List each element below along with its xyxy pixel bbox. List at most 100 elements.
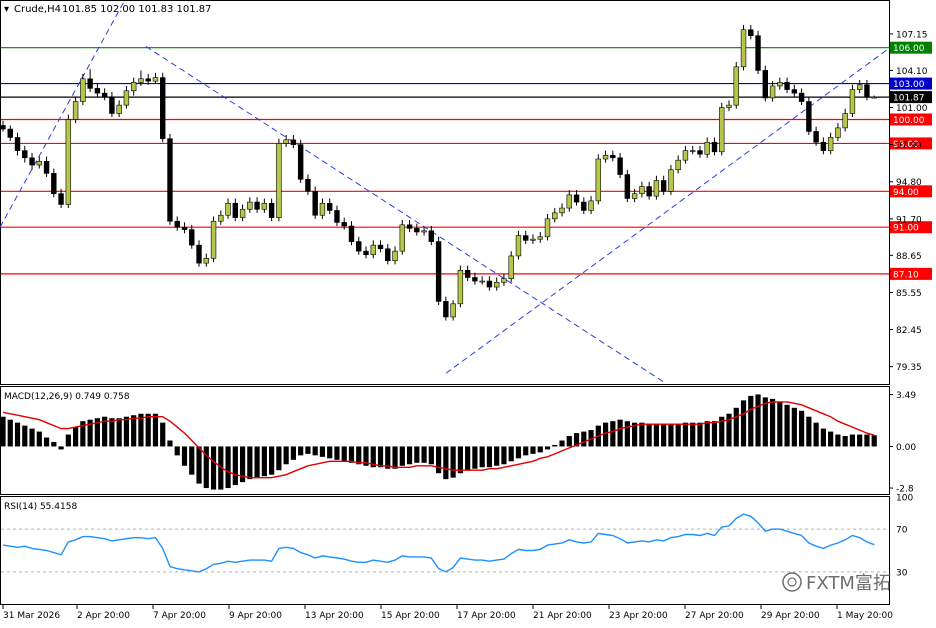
candle-body-6[interactable] <box>43 161 50 174</box>
candle-body-3[interactable] <box>22 150 28 159</box>
candle-body-1[interactable] <box>7 128 13 138</box>
menu-arrow-icon[interactable]: ▾ <box>4 4 9 15</box>
candle-body-43[interactable] <box>312 191 318 216</box>
candle-body-81[interactable] <box>588 200 594 211</box>
candle-body-105[interactable] <box>762 70 769 99</box>
candle-body-49[interactable] <box>356 241 362 252</box>
candle-body-33[interactable] <box>239 208 246 218</box>
candle-body-37[interactable] <box>268 202 275 218</box>
candle-body-60[interactable] <box>435 241 442 302</box>
candle-body-39[interactable] <box>283 139 289 144</box>
candle-body-90[interactable] <box>653 180 660 197</box>
candle-body-92[interactable] <box>668 169 674 192</box>
candle-body-58[interactable] <box>421 230 427 233</box>
candle-body-106[interactable] <box>769 85 776 99</box>
candle-body-41[interactable] <box>297 144 304 180</box>
candle-body-93[interactable] <box>675 159 681 171</box>
candle-body-80[interactable] <box>581 201 587 211</box>
candle-body-62[interactable] <box>450 303 456 318</box>
candle-body-112[interactable] <box>813 131 819 143</box>
candle-body-48[interactable] <box>348 225 355 242</box>
candle-body-5[interactable] <box>36 161 43 166</box>
candle-body-113[interactable] <box>820 141 827 151</box>
candle-body-109[interactable] <box>791 89 798 94</box>
candle-body-17[interactable] <box>123 90 130 106</box>
candle-body-35[interactable] <box>254 201 260 210</box>
candle-body-31[interactable] <box>225 202 231 216</box>
candle-body-14[interactable] <box>101 92 108 98</box>
candle-body-21[interactable] <box>152 77 159 82</box>
candle-body-76[interactable] <box>552 212 558 220</box>
candle-body-77[interactable] <box>559 207 565 214</box>
candle-body-74[interactable] <box>537 236 543 240</box>
candle-body-42[interactable] <box>305 179 311 192</box>
candle-body-107[interactable] <box>777 82 783 87</box>
candle-body-32[interactable] <box>232 202 239 218</box>
candle-body-2[interactable] <box>14 137 21 151</box>
candle-body-108[interactable] <box>784 82 790 90</box>
candle-body-23[interactable] <box>167 138 173 222</box>
candle-body-63[interactable] <box>457 269 464 305</box>
candle-body-22[interactable] <box>160 77 166 139</box>
candle-body-116[interactable] <box>842 113 848 129</box>
candle-body-0[interactable] <box>0 125 6 130</box>
candle-body-88[interactable] <box>639 186 645 194</box>
candle-body-85[interactable] <box>617 157 623 175</box>
candle-body-64[interactable] <box>464 269 471 278</box>
candle-body-7[interactable] <box>51 173 57 194</box>
candle-body-46[interactable] <box>334 210 340 223</box>
candle-body-91[interactable] <box>660 180 667 192</box>
candle-body-59[interactable] <box>428 230 435 242</box>
candle-body-110[interactable] <box>798 92 805 102</box>
candle-body-4[interactable] <box>29 157 35 166</box>
candle-body-61[interactable] <box>443 301 449 318</box>
candle-body-99[interactable] <box>719 107 725 153</box>
candle-body-65[interactable] <box>472 277 478 282</box>
candle-body-25[interactable] <box>181 226 188 230</box>
candle-body-102[interactable] <box>740 29 747 68</box>
candle-body-84[interactable] <box>610 155 616 159</box>
candle-body-111[interactable] <box>806 101 812 132</box>
candle-body-36[interactable] <box>261 202 268 210</box>
candle-body-104[interactable] <box>755 35 761 71</box>
candle-body-69[interactable] <box>501 278 507 283</box>
candle-body-117[interactable] <box>849 89 856 114</box>
candle-body-51[interactable] <box>370 244 376 256</box>
candle-body-67[interactable] <box>486 280 493 288</box>
candle-body-8[interactable] <box>58 193 64 205</box>
candle-body-34[interactable] <box>247 201 253 210</box>
candle-body-98[interactable] <box>711 141 718 153</box>
candle-body-115[interactable] <box>835 127 841 138</box>
candle-body-18[interactable] <box>130 82 137 92</box>
candle-body-13[interactable] <box>94 88 101 94</box>
candle-body-71[interactable] <box>515 235 522 257</box>
candle-body-83[interactable] <box>602 155 609 160</box>
candle-body-103[interactable] <box>748 29 754 37</box>
candle-body-79[interactable] <box>573 194 580 203</box>
candle-body-119[interactable] <box>864 84 870 98</box>
candle-body-86[interactable] <box>624 174 631 199</box>
candle-body-27[interactable] <box>196 244 202 264</box>
candle-body-70[interactable] <box>508 255 514 279</box>
candle-body-53[interactable] <box>385 248 391 262</box>
candle-body-19[interactable] <box>138 78 144 83</box>
candle-body-50[interactable] <box>363 250 369 256</box>
candle-body-40[interactable] <box>290 139 297 145</box>
candle-body-89[interactable] <box>646 186 652 197</box>
candle-body-52[interactable] <box>377 244 384 250</box>
candle-body-72[interactable] <box>523 235 529 241</box>
candle-body-28[interactable] <box>203 258 209 264</box>
candle-body-45[interactable] <box>326 202 333 211</box>
candle-body-87[interactable] <box>631 193 638 199</box>
candle-body-11[interactable] <box>80 78 86 102</box>
candle-body-44[interactable] <box>319 202 326 216</box>
candle-body-95[interactable] <box>689 150 696 152</box>
candle-body-54[interactable] <box>392 250 398 262</box>
candle-body-24[interactable] <box>174 220 180 228</box>
candle-body-57[interactable] <box>414 228 420 233</box>
candle-body-56[interactable] <box>406 224 413 229</box>
chart-canvas[interactable]: 106.00103.00101.87100.0098.0094.0091.008… <box>0 0 936 624</box>
candle-body-47[interactable] <box>341 222 347 227</box>
candle-body-75[interactable] <box>544 218 551 238</box>
candle-body-38[interactable] <box>276 143 282 218</box>
